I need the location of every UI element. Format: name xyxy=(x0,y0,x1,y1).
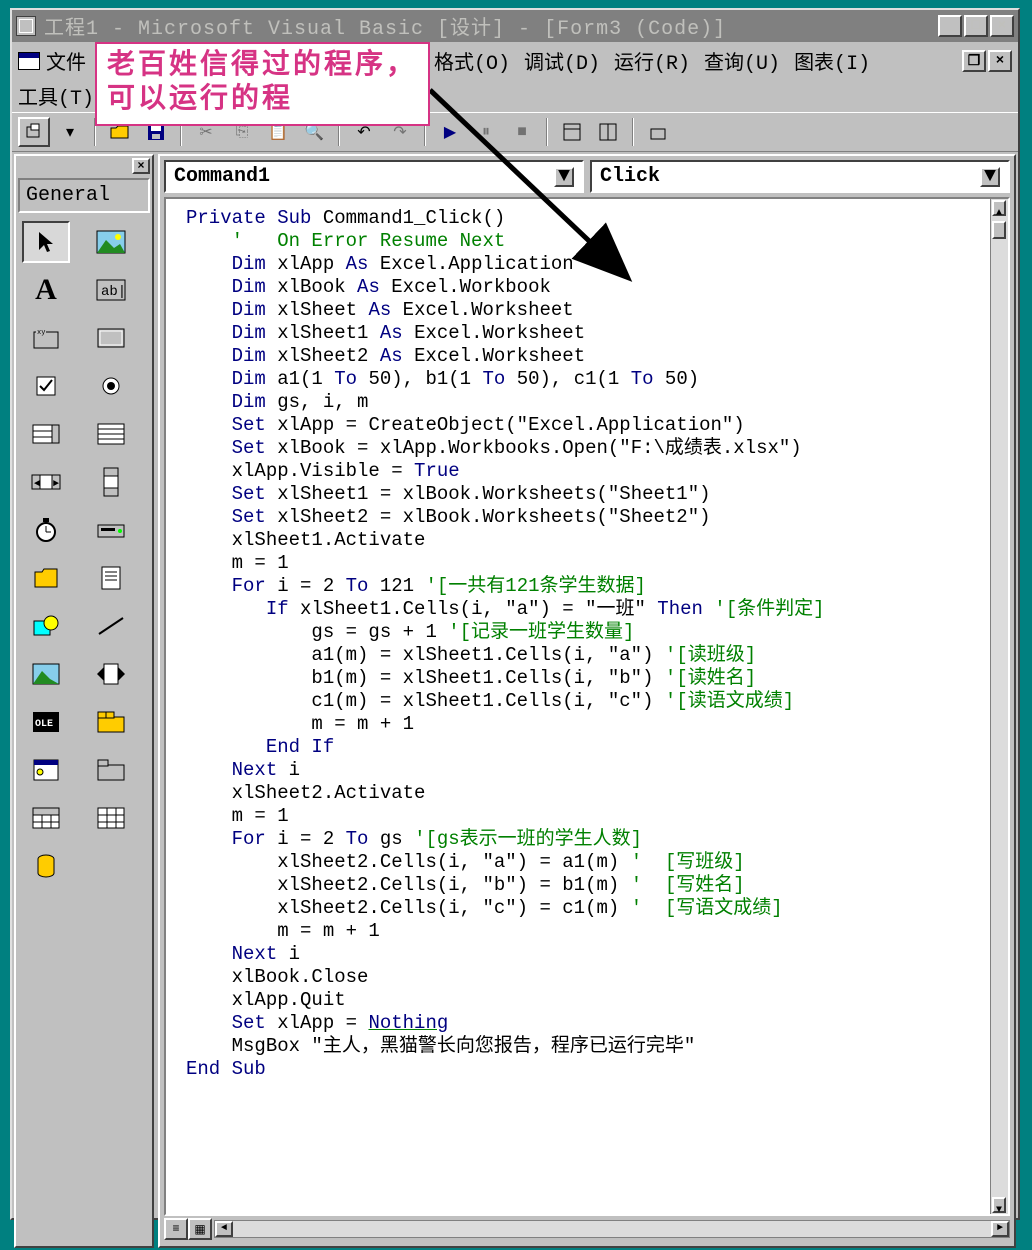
shape-tool[interactable] xyxy=(22,605,70,647)
svg-text:◄: ◄ xyxy=(34,479,40,490)
commondialog-tool[interactable] xyxy=(22,749,70,791)
listbox-tool[interactable] xyxy=(87,413,135,455)
toolbox-panel: × General A ab| xy ◄► xyxy=(14,154,154,1248)
pointer-tool[interactable] xyxy=(22,221,70,263)
label-tool[interactable]: A xyxy=(22,269,70,311)
hscrollbar-tool[interactable]: ◄► xyxy=(22,461,70,503)
new-project-button[interactable] xyxy=(18,117,50,147)
app-icon xyxy=(16,16,36,36)
event-dropdown[interactable]: Click ▼ xyxy=(590,160,1010,193)
svg-text:►: ► xyxy=(53,479,59,490)
procedure-view-button[interactable]: ≡ xyxy=(164,1218,188,1240)
toolbox-title: General xyxy=(18,178,150,213)
annotation-arrow-icon xyxy=(430,70,650,290)
main-area: × General A ab| xy ◄► xyxy=(12,152,1018,1250)
code-editor[interactable]: Private Sub Command1_Click() ' On Error … xyxy=(164,197,1010,1216)
mdi-close-button[interactable]: × xyxy=(988,50,1012,72)
flexgrid-tool[interactable] xyxy=(87,797,135,839)
tabstrip-tool[interactable] xyxy=(87,701,135,743)
commandbutton-tool[interactable] xyxy=(87,317,135,359)
line-tool[interactable] xyxy=(87,605,135,647)
dropdown-arrow-icon[interactable]: ▾ xyxy=(54,117,86,147)
horizontal-scrollbar[interactable]: ◄ ► xyxy=(214,1220,1010,1238)
filelistbox-tool[interactable] xyxy=(87,557,135,599)
full-view-button[interactable]: ▦ xyxy=(188,1218,212,1240)
object-value: Command1 xyxy=(174,165,270,188)
close-button[interactable]: × xyxy=(990,15,1014,37)
form-icon xyxy=(18,52,40,70)
checkbox-tool[interactable] xyxy=(22,365,70,407)
image-tool[interactable] xyxy=(22,653,70,695)
editor-bottom-bar: ≡ ▦ ◄ ► xyxy=(164,1216,1010,1242)
timer-tool[interactable] xyxy=(22,509,70,551)
drivelistbox-tool[interactable] xyxy=(87,509,135,551)
svg-text:xy: xy xyxy=(37,329,45,337)
optionbutton-tool[interactable] xyxy=(87,365,135,407)
svg-text:ab|: ab| xyxy=(101,284,126,300)
menu-query[interactable]: 查询(U) xyxy=(704,46,780,76)
window-title: 工程1 - Microsoft Visual Basic [设计] - [For… xyxy=(44,11,938,41)
maximize-button[interactable]: □ xyxy=(964,15,988,37)
textbox-tool[interactable]: ab| xyxy=(87,269,135,311)
picturebox-tool[interactable] xyxy=(87,221,135,263)
ole-tool[interactable]: OLE xyxy=(22,701,70,743)
menu-chart[interactable]: 图表(I) xyxy=(794,46,870,76)
titlebar[interactable]: 工程1 - Microsoft Visual Basic [设计] - [For… xyxy=(12,10,1018,42)
toolbox-close-button[interactable]: × xyxy=(132,158,150,174)
annotation-callout: 老百姓信得过的程序，可以运行的程 xyxy=(95,42,430,126)
dirlistbox-tool[interactable] xyxy=(22,557,70,599)
svg-text:OLE: OLE xyxy=(35,719,53,730)
frame-tool[interactable]: xy xyxy=(22,317,70,359)
mdi-restore-button[interactable]: ❐ xyxy=(962,50,986,72)
adodc-tool[interactable] xyxy=(22,845,70,887)
data-tool[interactable] xyxy=(87,653,135,695)
menu-tools[interactable]: 工具(T) xyxy=(18,81,94,111)
vertical-scrollbar[interactable]: ▲▼ xyxy=(990,199,1008,1214)
dropdown-arrow-icon: ▼ xyxy=(980,167,1000,187)
vscrollbar-tool[interactable] xyxy=(87,461,135,503)
minimize-button[interactable]: _ xyxy=(938,15,962,37)
combobox-tool[interactable] xyxy=(22,413,70,455)
datagrid-tool[interactable] xyxy=(22,797,70,839)
code-window: Command1 ▼ Click ▼ Private Sub Command1_… xyxy=(158,154,1016,1248)
menu-file[interactable]: 文件 xyxy=(46,46,86,76)
sstab-tool[interactable] xyxy=(87,749,135,791)
